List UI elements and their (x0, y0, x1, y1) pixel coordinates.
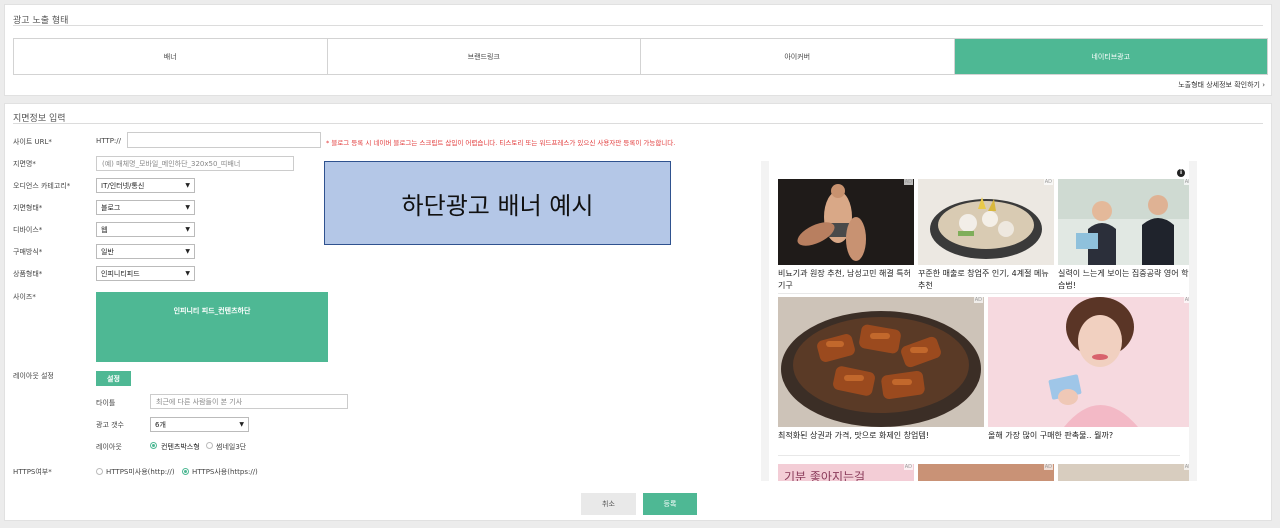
format-detail-link[interactable]: 노출형태 상세정보 확인하기 › (1178, 80, 1265, 90)
ad-card[interactable]: 기분 좋아지는걸 AD (778, 464, 914, 481)
audience-category-value: IT/인터넷/통신 (101, 181, 145, 190)
ad-badge: AD (903, 179, 913, 185)
chevron-down-icon: ▼ (239, 421, 244, 428)
https-radio-on[interactable] (182, 468, 189, 475)
ad-caption: 최적화된 상권과 가격, 맛으로 화제인 창업템! (778, 431, 929, 440)
device-value: 웹 (101, 225, 108, 234)
purchase-method-label: 구매방식* (13, 248, 43, 256)
chevron-down-icon: ▼ (185, 248, 190, 255)
layout-setting-label: 레이아웃 설정 (13, 372, 54, 380)
ad-card[interactable]: AD 비뇨기과 원장 추천, 남성고민 해결 특허기구 (778, 179, 914, 292)
ad-badge: AD (1183, 464, 1192, 470)
submit-button[interactable]: 등록 (643, 493, 697, 515)
ad-format-panel: 광고 노출 형태 배너 브랜드링크 아이커버 네이티브광고 노출형태 상세정보 … (4, 4, 1272, 96)
ad-card[interactable]: AD 꾸준한 매출로 창업주 인기, 4계절 메뉴 추천 (918, 179, 1054, 292)
placement-type-select[interactable]: 블로그 ▼ (96, 200, 195, 215)
woman-card-photo-icon: AD (988, 297, 1192, 427)
ad-card[interactable]: AD 실력이 느는게 보이는 집중공략 영어 학습법! (1058, 179, 1192, 292)
layout-setting-button[interactable]: 설정 (96, 371, 131, 386)
portrait-photo-icon: AD (918, 464, 1054, 481)
size-option[interactable]: 인피니티 피드_컨텐츠하단 (96, 292, 328, 362)
https-option-on: HTTPS사용(https://) (192, 468, 258, 476)
divider (13, 25, 1263, 26)
placement-name-label: 지면명* (13, 160, 36, 168)
ad-card[interactable]: AD (1058, 464, 1192, 481)
food-photo-icon: AD (1058, 464, 1192, 481)
https-radio-off[interactable] (96, 468, 103, 475)
ad-card[interactable]: AD 최적화된 상권과 가격, 맛으로 화제인 창업템! (778, 297, 984, 442)
divider (13, 123, 1263, 124)
tab-eye-cover[interactable]: 아이커버 (641, 39, 955, 74)
product-type-select[interactable]: 인피니티피드 ▼ (96, 266, 195, 281)
placement-type-value: 블로그 (101, 203, 121, 212)
purchase-method-select[interactable]: 일반 ▼ (96, 244, 195, 259)
native-ad-preview: i AD 비뇨기과 원장 추천, 남성고민 해결 특허기구 AD 꾸준한 매출로… (761, 161, 1197, 481)
site-url-input[interactable] (127, 132, 321, 148)
audience-category-select[interactable]: IT/인터넷/통신 ▼ (96, 178, 195, 193)
device-select[interactable]: 웹 ▼ (96, 222, 195, 237)
device-label: 디바이스* (13, 226, 43, 234)
promo-photo-icon: 기분 좋아지는걸 AD (778, 464, 914, 481)
couple-photo-icon: AD (778, 179, 914, 265)
layout-title-label: 타이틀 (96, 399, 116, 407)
tab-native-ad[interactable]: 네이티브광고 (954, 39, 1267, 74)
ad-badge: AD (1043, 464, 1053, 470)
ad-count-select[interactable]: 6개 ▼ (150, 417, 249, 432)
ad-count-value: 6개 (155, 420, 166, 429)
grilled-meat-photo-icon: AD (778, 297, 984, 427)
http-prefix: HTTP:// (96, 137, 121, 145)
placement-type-label: 지면형태* (13, 204, 43, 212)
size-label: 사이즈* (13, 293, 36, 301)
ad-badge: AD (973, 297, 983, 303)
site-url-label: 사이트 URL* (13, 138, 52, 146)
ad-caption: 비뇨기과 원장 추천, 남성고민 해결 특허기구 (778, 269, 912, 290)
audience-category-label: 오디언스 카테고리* (13, 182, 71, 190)
layout-title-input[interactable]: 최근에 다른 사람들이 본 기사 (150, 394, 348, 409)
divider (778, 455, 1180, 456)
layout-type-label: 레이아웃 (96, 443, 122, 451)
ad-card[interactable]: AD (918, 464, 1054, 481)
product-type-label: 상품형태* (13, 270, 43, 278)
hotpot-photo-icon: AD (918, 179, 1054, 265)
layout-radio-thumbnail[interactable] (206, 442, 213, 449)
chevron-down-icon: ▼ (185, 204, 190, 211)
cancel-button[interactable]: 취소 (581, 493, 636, 515)
chevron-down-icon: ▼ (185, 226, 190, 233)
tab-brand-link[interactable]: 브랜드링크 (327, 39, 641, 74)
ad-format-tabs: 배너 브랜드링크 아이커버 네이티브광고 (13, 38, 1268, 75)
product-type-value: 인피니티피드 (101, 269, 140, 278)
ad-count-label: 광고 갯수 (96, 421, 124, 429)
layout-option-content-box: 컨텐츠박스형 (161, 443, 200, 451)
ad-card[interactable]: AD 올해 가장 많이 구매한 판촉물.. 뭘까? (988, 297, 1192, 442)
layout-option-thumbnail: 썸네일3단 (216, 443, 247, 451)
ad-badge: AD (1183, 179, 1192, 185)
ad-caption: 꾸준한 매출로 창업주 인기, 4계절 메뉴 추천 (918, 269, 1049, 290)
chevron-down-icon: ▼ (185, 270, 190, 277)
placement-name-input[interactable]: (예) 매체명_모바일_메인하단_320x50_띠배너 (96, 156, 294, 171)
https-option-off: HTTPS미사용(http://) (106, 468, 175, 476)
chevron-down-icon: ▼ (185, 182, 190, 189)
placement-form-panel: 지면정보 입력 사이트 URL* HTTP:// * 블로그 등록 시 네이버 … (4, 103, 1272, 521)
ad-badge: AD (1043, 179, 1053, 185)
ad-badge: AD (1183, 297, 1192, 303)
info-icon[interactable]: i (1177, 169, 1185, 177)
layout-radio-content-box[interactable] (150, 442, 157, 449)
tab-banner[interactable]: 배너 (14, 39, 328, 74)
https-label: HTTPS여부* (13, 468, 52, 476)
ad-badge: AD (903, 464, 913, 470)
ad-caption: 올해 가장 많이 구매한 판촉물.. 뭘까? (988, 431, 1114, 440)
banner-example-box: 하단광고 배너 예시 (324, 161, 671, 245)
purchase-method-value: 일반 (101, 247, 114, 256)
businessmen-photo-icon: AD (1058, 179, 1192, 265)
site-url-warning: * 블로그 등록 시 네이버 블로그는 스크립트 삽입이 어렵습니다. 티스토리… (326, 139, 676, 147)
divider (778, 293, 1180, 294)
ad-caption: 실력이 느는게 보이는 집중공략 영어 학습법! (1058, 269, 1189, 290)
promo-text: 기분 좋아지는걸 (784, 470, 866, 481)
